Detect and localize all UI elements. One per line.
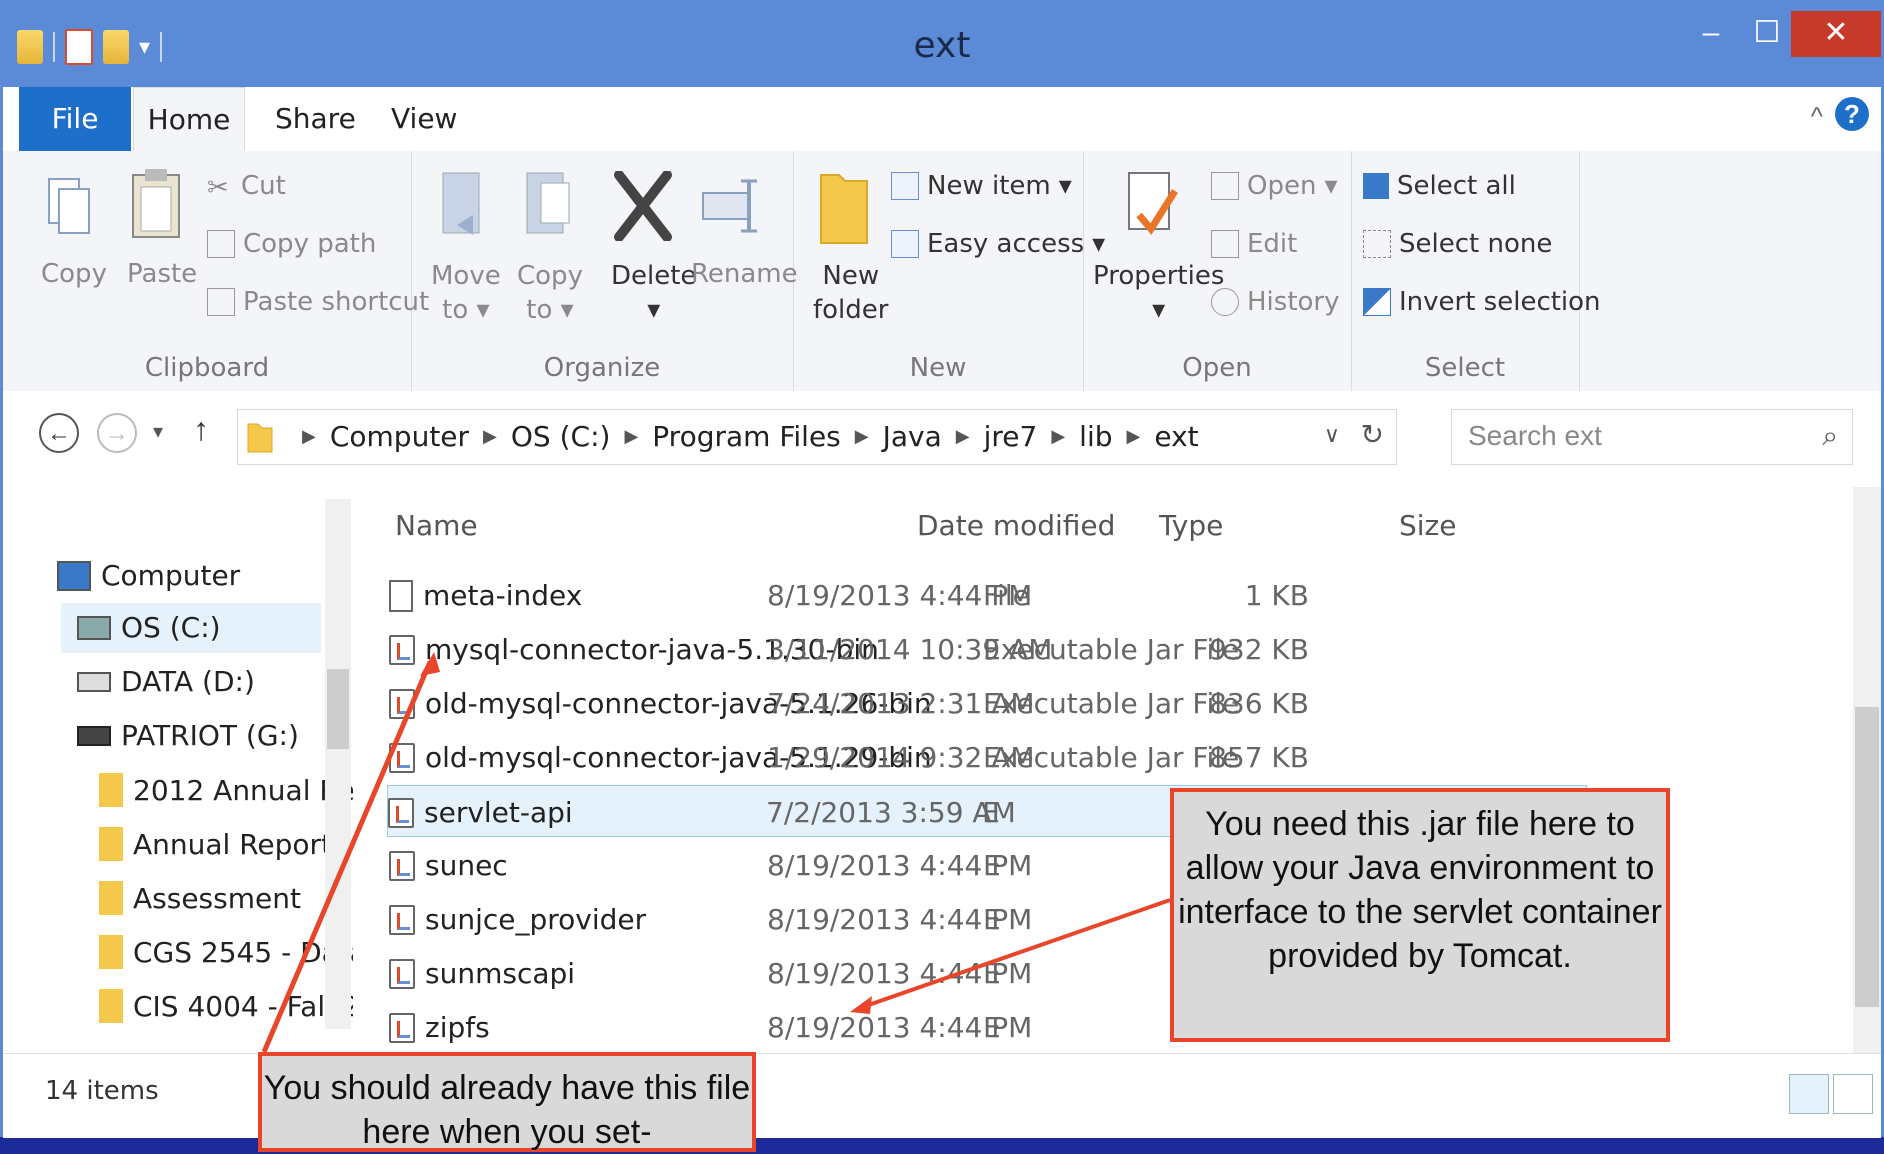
callout-arrow	[261, 661, 433, 1053]
arrow-head	[850, 996, 872, 1014]
callout-jar-needed: You need this .jar file here to allow yo…	[1170, 788, 1670, 1042]
callout-arrow	[859, 898, 1171, 1010]
arrow-head	[420, 652, 440, 676]
callout-already-have: You should already have this file here w…	[258, 1052, 756, 1152]
